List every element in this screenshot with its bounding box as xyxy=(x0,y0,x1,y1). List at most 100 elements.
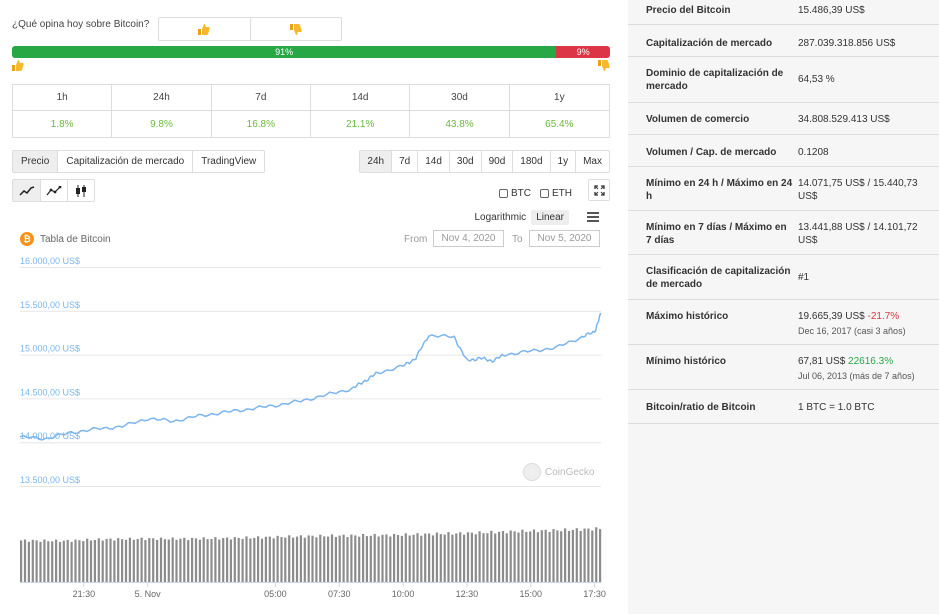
volume-bar xyxy=(39,541,42,582)
volume-bar xyxy=(62,540,65,582)
volume-bar xyxy=(564,528,567,582)
vote-up-button[interactable] xyxy=(159,18,250,40)
scale-log[interactable]: Logarithmic xyxy=(469,210,531,225)
volume-bar xyxy=(86,538,89,582)
stat-row: Mínimo histórico 67,81 US$ 22616.3% Jul … xyxy=(628,344,939,390)
volume-bar xyxy=(323,536,326,582)
range-90d[interactable]: 90d xyxy=(480,151,513,172)
volume-bar xyxy=(284,537,287,582)
scale-linear[interactable]: Linear xyxy=(531,210,569,225)
volume-bar xyxy=(210,539,213,582)
watermark-text: CoinGecko xyxy=(545,466,595,478)
period-change: 16.8% xyxy=(212,111,311,137)
eth-checkbox[interactable] xyxy=(540,189,549,198)
volume-bar xyxy=(218,539,221,582)
period-header: 1h xyxy=(13,85,113,111)
range-max[interactable]: Max xyxy=(575,151,609,172)
range-1y[interactable]: 1y xyxy=(549,151,576,172)
volume-bar xyxy=(583,528,586,582)
period-header: 14d xyxy=(311,85,411,111)
range-7d[interactable]: 7d xyxy=(391,151,417,172)
volume-bar xyxy=(560,531,563,582)
volume-bar xyxy=(159,537,163,582)
volume-bar xyxy=(501,530,505,582)
stat-row: Precio del Bitcoin 15.486,39 US$ xyxy=(628,0,939,25)
volume-bar xyxy=(307,535,310,582)
period-change: 65.4% xyxy=(545,118,574,130)
fullscreen-button[interactable] xyxy=(588,179,610,201)
volume-bar xyxy=(358,536,361,582)
volume-bar xyxy=(416,533,419,582)
volume-bar xyxy=(540,530,543,582)
vote-buttons xyxy=(158,17,342,41)
volume-bar xyxy=(206,539,209,582)
volume-bar xyxy=(579,531,582,582)
line-chart-button[interactable] xyxy=(13,180,40,201)
volume-bar xyxy=(70,541,73,582)
atl-date: Jul 06, 2013 (más de 7 años) xyxy=(798,370,915,381)
volume-bar xyxy=(389,536,392,582)
points-chart-button[interactable] xyxy=(40,180,67,201)
volume-bar xyxy=(474,534,477,582)
bitcoin-logo: ₿ xyxy=(20,232,34,246)
volume-bar xyxy=(354,535,357,582)
menu-icon[interactable] xyxy=(587,212,599,222)
volume-bar xyxy=(82,541,85,582)
volume-bar xyxy=(587,528,590,582)
volume-bar xyxy=(400,535,403,582)
y-tick-label: 15.000,00 US$ xyxy=(20,344,80,354)
volume-bar xyxy=(280,537,283,582)
volume-bar xyxy=(513,531,516,582)
tab-tradingview[interactable]: TradingView xyxy=(192,151,264,172)
thumbs-down-icon xyxy=(598,60,610,71)
price-line xyxy=(19,312,602,441)
volume-bar xyxy=(47,541,50,582)
range-24h[interactable]: 24h xyxy=(360,151,392,172)
sentiment-positive: 91% xyxy=(12,46,557,58)
volume-bar xyxy=(214,537,217,582)
range-180d[interactable]: 180d xyxy=(512,151,549,172)
stats-panel: Precio del Bitcoin 15.486,39 US$ Capitali… xyxy=(628,0,939,614)
thumbs-up-icon xyxy=(198,23,210,35)
volume-bar xyxy=(377,536,380,582)
volume-bar xyxy=(369,535,372,582)
range-14d[interactable]: 14d xyxy=(417,151,449,172)
volume-bar xyxy=(31,539,34,582)
candlestick-button[interactable] xyxy=(67,180,94,201)
stat-label: Volumen de comercio xyxy=(628,102,798,135)
chart-panel: ¿Qué opina hoy sobre Bitcoin? 91% 9% 1h … xyxy=(0,0,618,614)
volume-bar xyxy=(303,537,306,582)
btc-checkbox[interactable] xyxy=(499,189,508,198)
to-date-input[interactable]: Nov 5, 2020 xyxy=(529,230,600,247)
stat-value: 64,53 % xyxy=(798,56,939,103)
volume-bar xyxy=(544,529,547,582)
candlestick-icon xyxy=(76,184,86,197)
volume-bar xyxy=(136,539,139,582)
from-date-input[interactable]: Nov 4, 2020 xyxy=(433,230,504,247)
coingecko-logo xyxy=(523,463,541,481)
vote-down-button[interactable] xyxy=(249,18,342,40)
stat-label: Precio del Bitcoin xyxy=(628,0,798,25)
compare-btc[interactable]: BTC xyxy=(499,188,531,199)
stat-value: 1 BTC = 1.0 BTC xyxy=(798,389,939,424)
to-label: To xyxy=(512,234,523,245)
compare-eth[interactable]: ETH xyxy=(540,188,572,199)
volume-bar xyxy=(183,537,186,582)
x-tick-label: 12:30 xyxy=(456,589,479,599)
volume-bar xyxy=(552,529,555,582)
volume-bar xyxy=(435,532,438,582)
volume-bar xyxy=(509,530,512,582)
volume-bar xyxy=(241,538,244,582)
volume-bar xyxy=(51,541,54,582)
volume-bar xyxy=(35,540,38,582)
chart-title: ₿ Tabla de Bitcoin xyxy=(20,232,111,246)
volume-bar xyxy=(58,542,62,582)
atl-change: 22616.3% xyxy=(848,355,894,367)
volume-bar xyxy=(478,531,481,582)
x-tick-label: 5. Nov xyxy=(135,589,162,599)
tab-price[interactable]: Precio xyxy=(13,151,58,172)
volume-bar xyxy=(529,531,532,582)
tab-market-cap[interactable]: Capitalización de mercado xyxy=(57,151,192,172)
price-change-table: 1h 24h 7d 14d 30d 1y 1.8% 9.8% 16.8% 21.… xyxy=(12,84,610,138)
range-30d[interactable]: 30d xyxy=(448,151,481,172)
